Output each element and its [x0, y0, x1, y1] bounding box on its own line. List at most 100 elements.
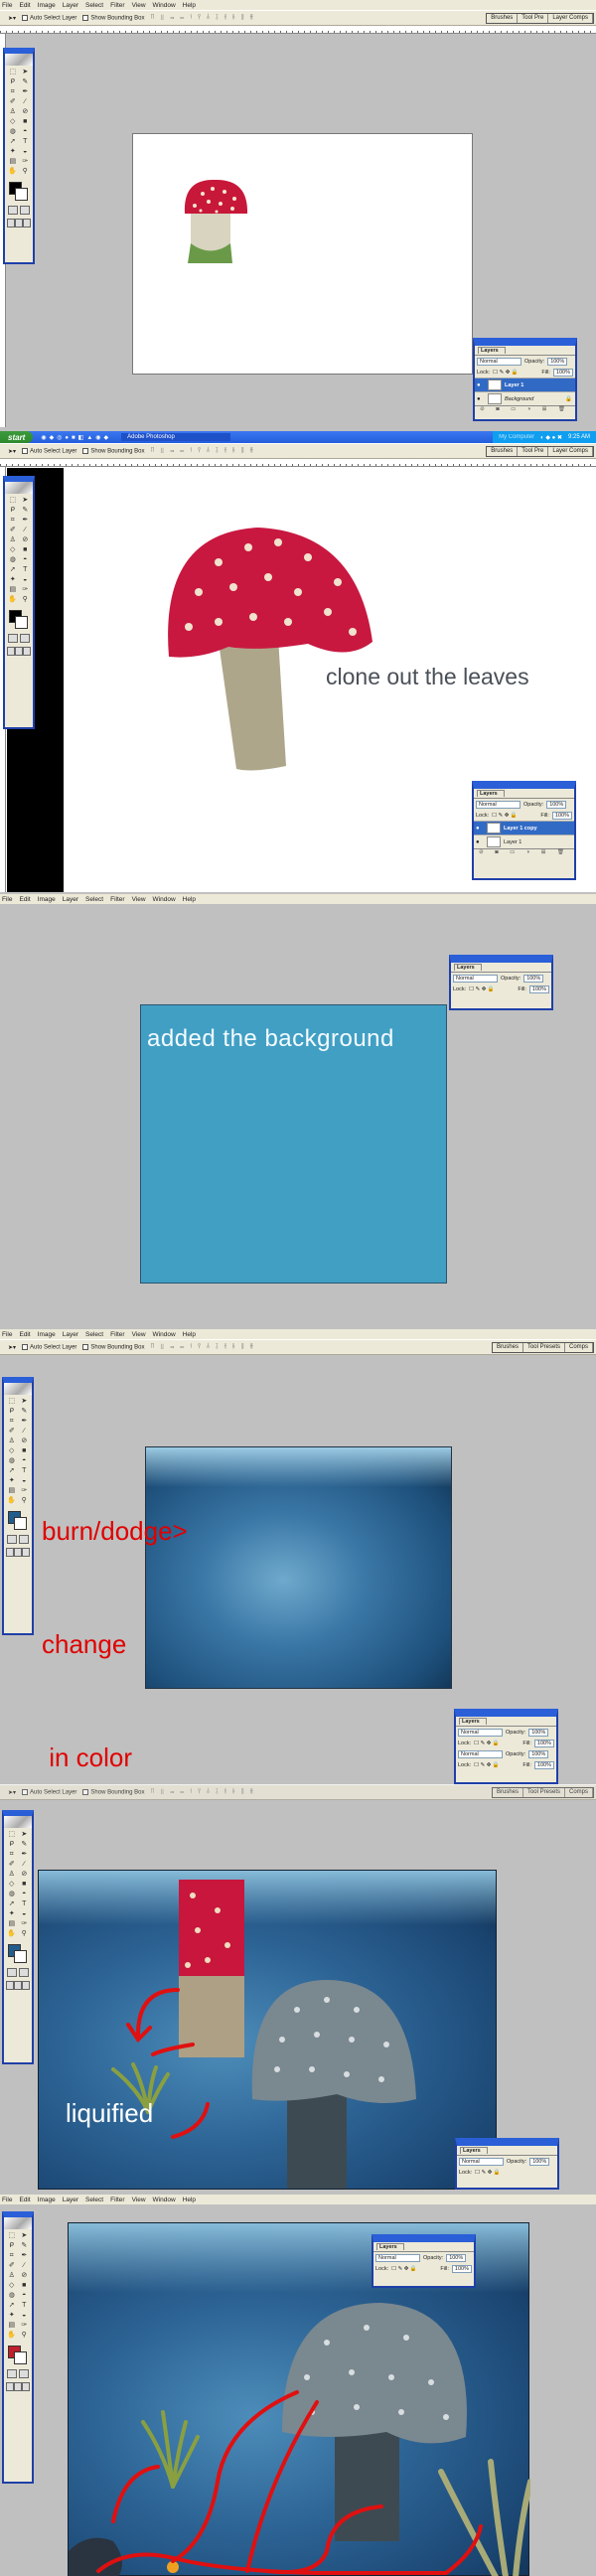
color-swatches[interactable]: [7, 608, 31, 630]
tool-button[interactable]: ᑭ: [6, 2241, 18, 2250]
tool-button[interactable]: ✦: [6, 2311, 18, 2320]
tool-button[interactable]: ▤: [7, 157, 19, 166]
menu-file[interactable]: File: [2, 2197, 12, 2203]
quick-mask-buttons[interactable]: [5, 204, 33, 217]
tool-button[interactable]: ᑭ: [6, 1407, 18, 1416]
blend-mode-select[interactable]: Normal: [459, 2157, 504, 2166]
tool-button[interactable]: ✎: [19, 1407, 31, 1416]
tool-button[interactable]: ⊘: [19, 1437, 31, 1445]
menu-image[interactable]: Image: [38, 896, 56, 903]
auto-select-checkbox[interactable]: Auto Select Layer: [22, 447, 76, 454]
tool-button[interactable]: ◍: [6, 1456, 18, 1465]
tool-button[interactable]: ✒: [19, 1850, 31, 1859]
menu-view[interactable]: View: [132, 2, 146, 9]
tool-button[interactable]: ⬚: [6, 1397, 18, 1406]
tool-button[interactable]: ➤: [20, 68, 32, 76]
quick-launch-icons[interactable]: ◉◆◎●■◧▲◉◆: [41, 434, 111, 441]
tool-button[interactable]: ✒: [19, 2251, 31, 2260]
tool-button[interactable]: ■: [19, 2281, 31, 2290]
auto-select-checkbox[interactable]: Auto Select Layer: [22, 1343, 76, 1350]
menu-view[interactable]: View: [132, 896, 146, 903]
align-icons[interactable]: ⫪ ⫫ ⫬ ⫭ ⫮ ⫯ ⫰ ⫱ ⫲ ⫳ ⫴ ⫵: [150, 1343, 254, 1351]
layers-tab[interactable]: Layers: [474, 789, 574, 799]
tray-icons[interactable]: ◐ ◆ ● ✖: [540, 434, 562, 441]
tool-button[interactable]: ➚: [6, 1466, 18, 1475]
auto-select-checkbox[interactable]: Auto Select Layer: [22, 1788, 76, 1795]
tool-button[interactable]: T: [20, 137, 32, 146]
tool-button[interactable]: ✎: [20, 506, 32, 515]
document-canvas[interactable]: [145, 1446, 452, 1689]
quick-mask-buttons[interactable]: [4, 1966, 32, 1979]
menu-filter[interactable]: Filter: [110, 1331, 124, 1338]
tool-button[interactable]: ➚: [6, 1899, 18, 1908]
menu-image[interactable]: Image: [38, 2, 56, 9]
background-color[interactable]: [15, 188, 28, 201]
tool-button[interactable]: ⌗: [6, 1850, 18, 1859]
tool-button[interactable]: ⬚: [7, 68, 19, 76]
tool-button[interactable]: ∕: [19, 2261, 31, 2270]
opacity-input[interactable]: 100%: [528, 1728, 549, 1737]
menu-select[interactable]: Select: [85, 2, 103, 9]
taskbar-photoshop[interactable]: Adobe Photoshop: [121, 433, 231, 441]
tool-button[interactable]: ✑: [20, 585, 32, 594]
tool-button[interactable]: ♙: [7, 107, 19, 116]
layers-tab[interactable]: Layers: [475, 346, 575, 356]
move-tool-icon[interactable]: ➤▾: [8, 15, 16, 22]
tab-layer-comps[interactable]: Layer Comps: [548, 14, 593, 23]
tool-button[interactable]: ◍: [7, 127, 19, 136]
tool-button[interactable]: ◒: [20, 147, 32, 156]
tab-layer-comps[interactable]: Layer Comps: [548, 447, 593, 456]
color-swatches[interactable]: [6, 1942, 30, 1964]
tool-button[interactable]: ✦: [7, 575, 19, 584]
tool-button[interactable]: ⊘: [20, 107, 32, 116]
tool-button[interactable]: ◓: [19, 2291, 31, 2300]
lock-icons[interactable]: ☐ ✎ ✥ 🔒: [475, 2170, 501, 2176]
tool-button[interactable]: ⌗: [6, 1417, 18, 1426]
tool-button[interactable]: ✒: [19, 1417, 31, 1426]
tool-button[interactable]: ▤: [7, 585, 19, 594]
tool-button[interactable]: ➤: [19, 1830, 31, 1839]
menu-select[interactable]: Select: [85, 896, 103, 903]
menu-file[interactable]: File: [2, 1331, 12, 1338]
fill-input[interactable]: 100%: [533, 1739, 554, 1747]
layer-row[interactable]: ● Background 🔒: [475, 391, 575, 405]
tool-button[interactable]: ✐: [6, 1427, 18, 1436]
tab-tool-presets[interactable]: Tool Presets: [522, 1788, 565, 1797]
tool-button[interactable]: ⌗: [7, 87, 19, 96]
menu-window[interactable]: Window: [153, 1331, 176, 1338]
fill-input[interactable]: 100%: [528, 985, 549, 993]
menu-window[interactable]: Window: [153, 2197, 176, 2203]
menu-edit[interactable]: Edit: [19, 2, 30, 9]
move-tool-icon[interactable]: ➤▾: [8, 1789, 16, 1796]
tool-button[interactable]: ✋: [6, 1929, 18, 1938]
tool-button[interactable]: ■: [20, 117, 32, 126]
screen-mode-buttons[interactable]: [4, 1546, 32, 1559]
lock-icons[interactable]: ☐ ✎ ✥ 🔒: [492, 813, 518, 819]
move-tool-icon[interactable]: ➤▾: [8, 448, 16, 455]
bounding-box-checkbox[interactable]: Show Bounding Box: [82, 1788, 144, 1795]
tool-button[interactable]: ◍: [7, 555, 19, 564]
blend-mode-select[interactable]: Normal: [375, 2253, 420, 2262]
opacity-input[interactable]: 100%: [529, 2157, 550, 2166]
tool-button[interactable]: ✐: [6, 1860, 18, 1869]
tool-button[interactable]: ✋: [6, 2331, 18, 2340]
fill-input[interactable]: 100%: [451, 2264, 472, 2273]
start-button[interactable]: start: [0, 431, 34, 443]
tool-button[interactable]: ◍: [6, 1890, 18, 1898]
tool-button[interactable]: ◒: [19, 1909, 31, 1918]
opacity-input[interactable]: 100%: [546, 800, 567, 809]
tool-button[interactable]: ⚲: [20, 595, 32, 604]
menu-edit[interactable]: Edit: [19, 896, 30, 903]
tool-button[interactable]: ➚: [7, 137, 19, 146]
menu-image[interactable]: Image: [38, 2197, 56, 2203]
quick-mask-buttons[interactable]: [5, 632, 33, 645]
menu-filter[interactable]: Filter: [110, 2, 124, 9]
tool-button[interactable]: ✒: [20, 87, 32, 96]
tool-button[interactable]: ✋: [6, 1496, 18, 1505]
tool-button[interactable]: ∕: [19, 1860, 31, 1869]
eye-icon[interactable]: ●: [476, 826, 484, 832]
tool-button[interactable]: ✋: [7, 595, 19, 604]
tool-button[interactable]: ◓: [20, 127, 32, 136]
menu-layer[interactable]: Layer: [63, 2, 78, 9]
menu-view[interactable]: View: [132, 2197, 146, 2203]
